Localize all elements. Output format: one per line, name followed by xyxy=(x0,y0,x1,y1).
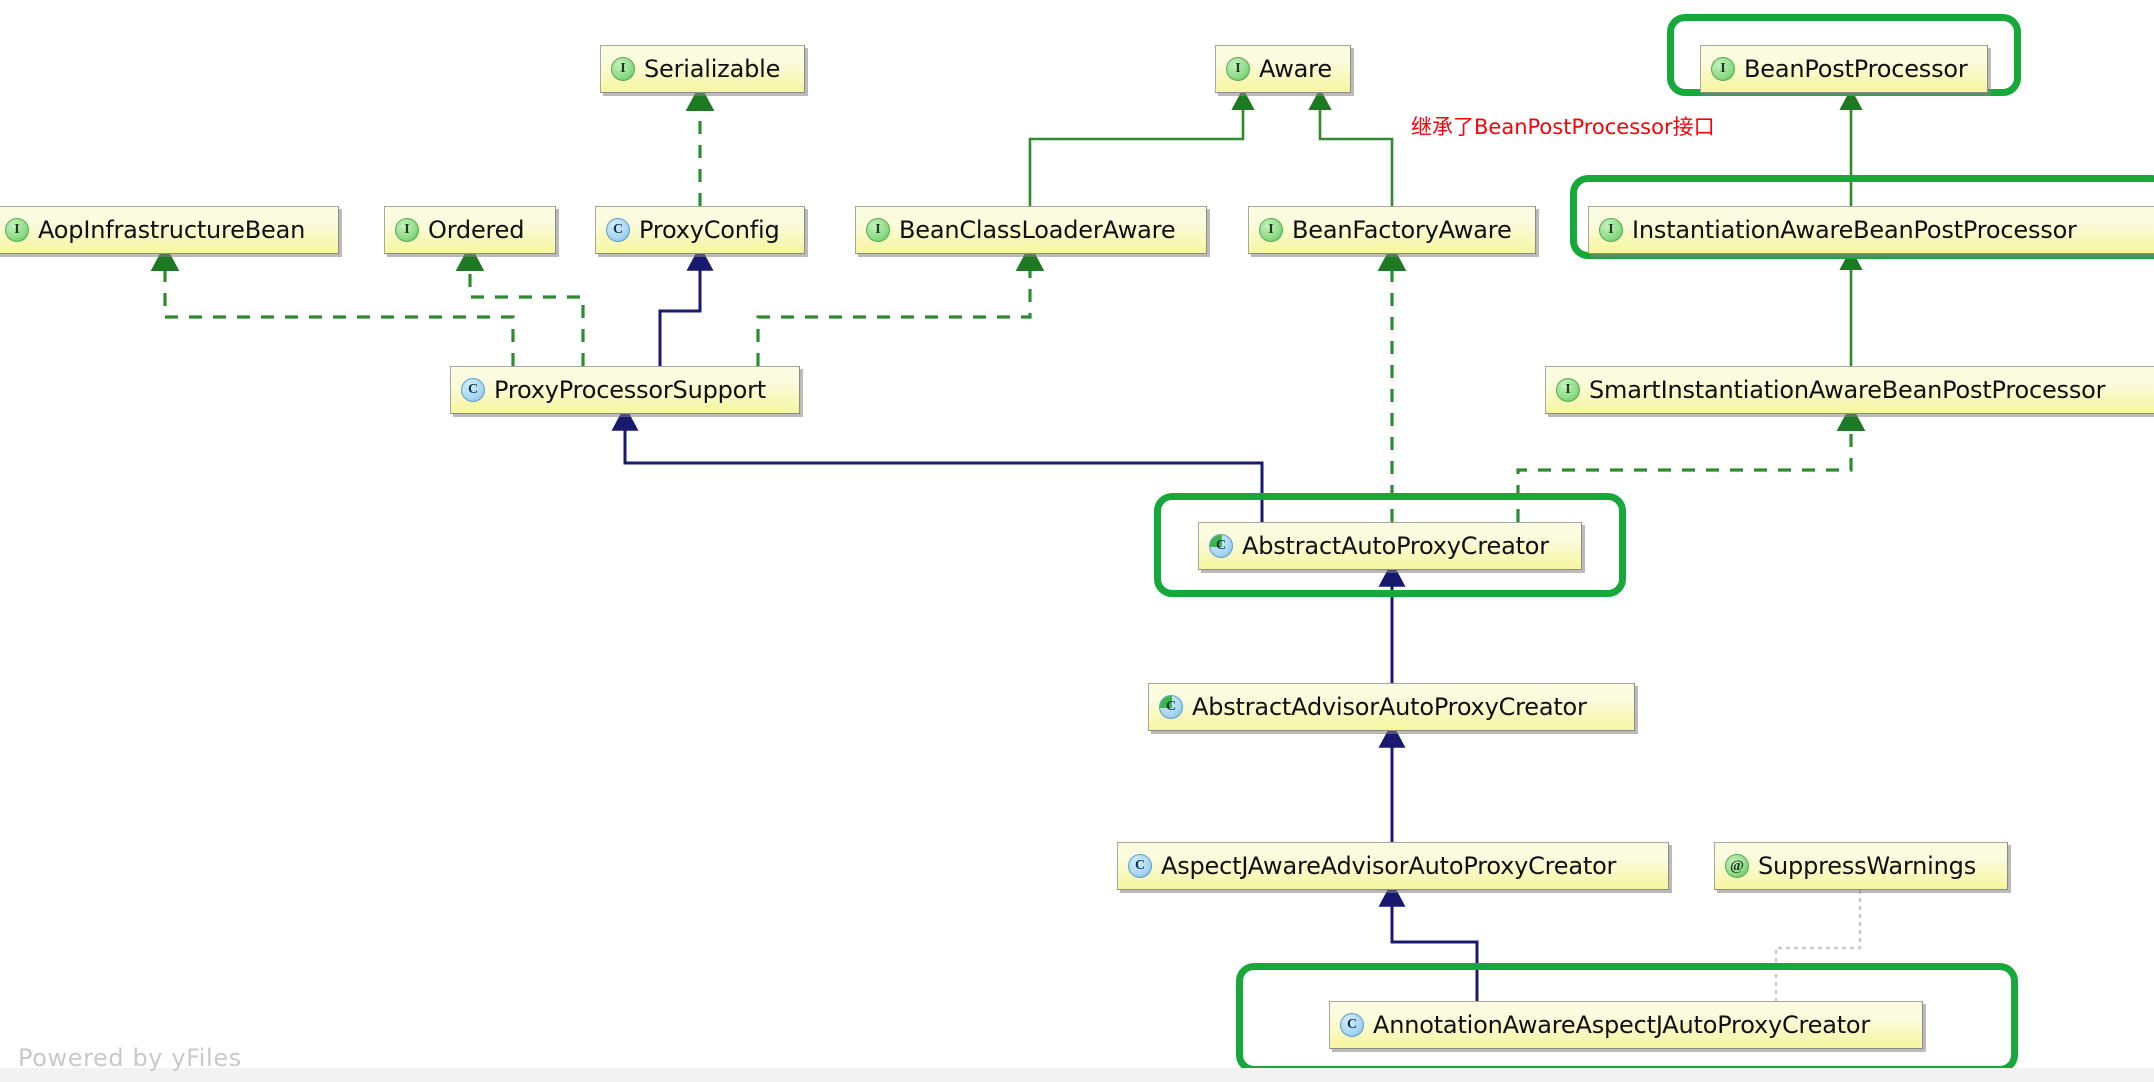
node-label: SmartInstantiationAwareBeanPostProcessor xyxy=(1589,376,2106,404)
edge-proxyprocessorsupport-extends-proxyconfig xyxy=(658,245,714,366)
bottom-bar xyxy=(0,1068,2154,1082)
uml-diagram-canvas: I Serializable I Aware I BeanPostProcess… xyxy=(0,0,2154,1082)
annotation-icon: @ xyxy=(1725,854,1749,878)
interface-icon: I xyxy=(1556,378,1580,402)
interface-icon: I xyxy=(611,57,635,81)
class-icon: C xyxy=(1128,854,1152,878)
node-abstractautoproxycreator[interactable]: C AbstractAutoProxyCreator xyxy=(1198,522,1582,570)
node-label: AopInfrastructureBean xyxy=(38,216,306,244)
node-label: Ordered xyxy=(428,216,525,244)
annotation-note-beanpostprocessor: 继承了BeanPostProcessor接口 xyxy=(1411,115,1715,139)
node-aopinfrastructurebean[interactable]: I AopInfrastructureBean xyxy=(0,206,339,254)
interface-icon: I xyxy=(1711,57,1735,81)
interface-icon: I xyxy=(1599,218,1623,242)
node-label: Serializable xyxy=(644,55,781,83)
node-suppresswarnings[interactable]: @ SuppressWarnings xyxy=(1714,842,2008,890)
node-label: BeanClassLoaderAware xyxy=(899,216,1176,244)
node-label: SuppressWarnings xyxy=(1758,852,1977,880)
node-aware[interactable]: I Aware xyxy=(1215,45,1351,93)
node-label: AnnotationAwareAspectJAutoProxyCreator xyxy=(1373,1011,1871,1039)
node-smartinstantiationawarebeanpostprocessor[interactable]: I SmartInstantiationAwareBeanPostProcess… xyxy=(1545,366,2154,414)
class-icon: C xyxy=(461,378,485,402)
node-beanpostprocessor[interactable]: I BeanPostProcessor xyxy=(1700,45,1988,93)
yfiles-watermark: Powered by yFiles xyxy=(18,1044,242,1072)
node-label: AbstractAutoProxyCreator xyxy=(1242,532,1549,560)
node-proxyconfig[interactable]: C ProxyConfig xyxy=(595,206,805,254)
node-label: ProxyProcessorSupport xyxy=(494,376,767,404)
node-aspectjawareadvisorautoproxycreator[interactable]: C AspectJAwareAdvisorAutoProxyCreator xyxy=(1117,842,1669,890)
edge-proxyprocessorsupport-implements-beanclassloaderaware xyxy=(756,244,1045,366)
node-label: InstantiationAwareBeanPostProcessor xyxy=(1632,216,2077,244)
node-ordered[interactable]: I Ordered xyxy=(384,206,556,254)
node-abstractadvisorautoproxycreator[interactable]: C AbstractAdvisorAutoProxyCreator xyxy=(1148,683,1635,731)
interface-icon: I xyxy=(866,218,890,242)
node-label: BeanPostProcessor xyxy=(1744,55,1968,83)
interface-icon: I xyxy=(395,218,419,242)
interface-icon: I xyxy=(5,218,29,242)
node-label: ProxyConfig xyxy=(639,216,780,244)
node-label: BeanFactoryAware xyxy=(1292,216,1512,244)
edge-proxyprocessorsupport-implements-aopinfrastructurebean xyxy=(150,244,515,366)
interface-icon: I xyxy=(1226,57,1250,81)
node-label: AbstractAdvisorAutoProxyCreator xyxy=(1192,693,1587,721)
interface-icon: I xyxy=(1259,218,1283,242)
node-beanclassloaderaware[interactable]: I BeanClassLoaderAware xyxy=(855,206,1207,254)
edge-beanclassloaderaware-extends-aware xyxy=(1028,88,1255,206)
abstract-class-icon: C xyxy=(1159,695,1183,719)
node-proxyprocessorsupport[interactable]: C ProxyProcessorSupport xyxy=(450,366,800,414)
edge-proxyprocessorsupport-implements-ordered xyxy=(455,244,585,366)
abstract-class-icon: C xyxy=(1209,534,1233,558)
edges-layer xyxy=(150,84,1866,1003)
node-beanfactoryaware[interactable]: I BeanFactoryAware xyxy=(1248,206,1536,254)
node-label: AspectJAwareAdvisorAutoProxyCreator xyxy=(1161,852,1617,880)
node-serializable[interactable]: I Serializable xyxy=(600,45,805,93)
edge-beanfactoryaware-extends-aware xyxy=(1308,88,1394,206)
class-icon: C xyxy=(606,218,630,242)
node-instantiationawarebeanpostprocessor[interactable]: I InstantiationAwareBeanPostProcessor xyxy=(1588,206,2154,254)
node-annotationawareaspectjautoproxycreator[interactable]: C AnnotationAwareAspectJAutoProxyCreator xyxy=(1329,1001,1923,1049)
class-icon: C xyxy=(1340,1013,1364,1037)
node-label: Aware xyxy=(1259,55,1332,83)
